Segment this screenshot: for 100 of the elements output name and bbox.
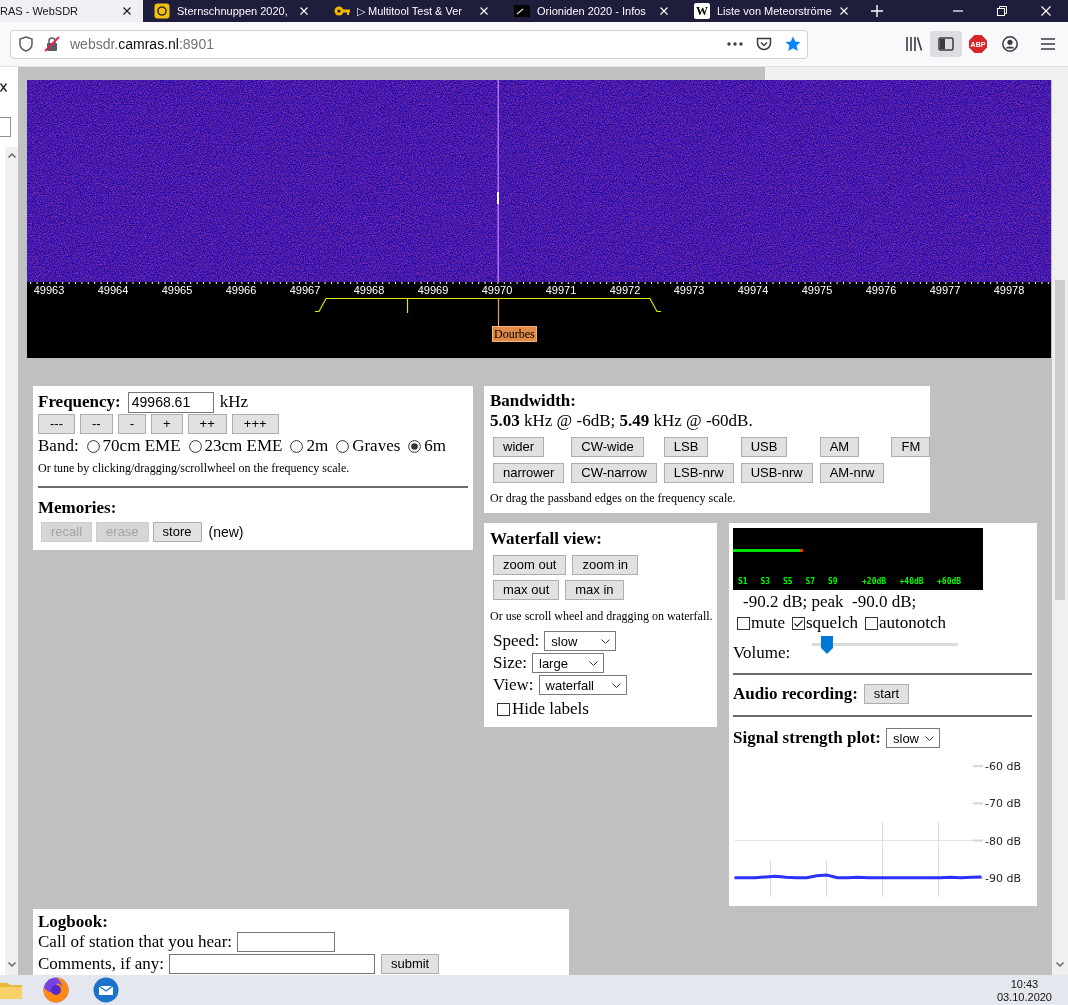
start-button[interactable]: start <box>863 684 910 704</box>
input-field[interactable] <box>0 117 11 137</box>
books-icon[interactable] <box>905 36 923 52</box>
step-button[interactable]: -- <box>80 414 113 434</box>
step-button[interactable]: ++ <box>187 414 227 434</box>
scale-label: 49969 <box>417 284 449 297</box>
band-radio[interactable]: 70cm EME <box>86 436 181 456</box>
station-leader-line <box>497 297 500 327</box>
scale-label: 49975 <box>801 284 833 297</box>
star-icon[interactable] <box>785 36 801 52</box>
scrollbar-thumb[interactable] <box>1055 280 1065 600</box>
step-button[interactable]: - <box>117 414 146 434</box>
close-icon[interactable] <box>123 7 131 15</box>
address-field[interactable]: websdr.camras.nl:8901 <box>10 29 808 59</box>
checkbox-icon[interactable] <box>737 616 750 630</box>
speed-select[interactable]: slow <box>886 728 940 748</box>
bandwidth-button[interactable]: narrower <box>493 463 565 483</box>
slider-thumb[interactable] <box>820 636 833 654</box>
bandwidth-button[interactable]: AM-nrw <box>819 463 885 483</box>
browser-tab[interactable]: ▷ Multitool Test & Ver <box>325 0 503 22</box>
bandwidth-button[interactable]: USB-nrw <box>740 463 813 483</box>
memory-button[interactable]: store <box>152 522 202 542</box>
bandwidth-button[interactable]: USB <box>740 437 788 457</box>
scale-label: 49965 <box>161 284 193 297</box>
bandwidth-button[interactable]: wider <box>493 437 545 457</box>
account-icon[interactable] <box>1002 36 1018 52</box>
browser-tab[interactable]: Sternschnuppen 2020, <box>145 0 323 22</box>
step-button[interactable]: --- <box>38 414 75 434</box>
recording-label: Audio recording: <box>733 684 858 704</box>
step-button[interactable]: + <box>151 414 183 434</box>
checkbox-icon[interactable] <box>864 616 878 630</box>
dropdown-select[interactable]: large <box>532 653 604 673</box>
station-label[interactable]: Dourbes <box>492 326 537 342</box>
carrier-marker[interactable] <box>406 297 409 314</box>
band-radio[interactable]: 6m <box>408 436 447 456</box>
view-button[interactable]: zoom in <box>572 555 638 575</box>
chevron-icon <box>925 735 934 741</box>
browser-tab[interactable]: W Liste von Meteorströme <box>685 0 863 22</box>
shield-icon[interactable] <box>19 36 33 52</box>
view-button[interactable]: max in <box>565 580 624 600</box>
restore-icon[interactable] <box>997 6 1007 16</box>
bandwidth-button[interactable]: CW-narrow <box>571 463 657 483</box>
dropdown-select[interactable]: slow <box>544 631 617 651</box>
scrollbar-track[interactable] <box>5 147 18 975</box>
hide-labels-checkbox[interactable]: Hide labels <box>497 698 711 720</box>
passband-marker[interactable] <box>314 297 662 313</box>
radio-icon[interactable] <box>290 439 304 453</box>
band-radio[interactable]: Graves <box>336 436 401 456</box>
select-label: Size: <box>493 653 527 673</box>
radio-icon[interactable] <box>86 439 100 453</box>
view-button[interactable]: zoom out <box>493 555 567 575</box>
letter-tile: W <box>694 3 710 19</box>
more-icon[interactable] <box>727 42 743 46</box>
option-checkbox[interactable]: mute <box>737 613 785 633</box>
meter-scale-label: S3 <box>760 577 771 587</box>
menu-icon[interactable] <box>1041 38 1055 50</box>
radio-icon[interactable] <box>408 439 422 453</box>
band-radio[interactable]: 2m <box>290 436 329 456</box>
option-checkbox[interactable]: autonotch <box>864 613 946 633</box>
checkbox-icon[interactable] <box>792 616 805 630</box>
call-input[interactable] <box>237 932 336 952</box>
bandwidth-button[interactable]: LSB <box>663 437 709 457</box>
bandwidth-button[interactable]: AM <box>819 437 860 457</box>
scale-label: 49978 <box>993 284 1025 297</box>
scrollbar-track[interactable] <box>1052 67 1068 975</box>
band-radio[interactable]: 23cm EME <box>188 436 283 456</box>
meter-scale-label: +60dB <box>937 577 962 587</box>
view-button[interactable]: max out <box>493 580 560 600</box>
browser-tab[interactable]: Orioniden 2020 - Infos <box>505 0 683 22</box>
sidebar-button[interactable] <box>930 31 962 57</box>
radio-icon[interactable] <box>188 439 202 453</box>
bandwidth-button[interactable]: FM <box>891 437 931 457</box>
memory-status: (new) <box>208 524 244 540</box>
dropdown-select[interactable]: waterfall <box>538 675 627 695</box>
y-tick-label: -80 dB <box>985 834 1021 848</box>
comments-input[interactable] <box>169 953 376 974</box>
close-icon[interactable] <box>0 83 7 92</box>
step-button[interactable]: +++ <box>231 414 279 434</box>
chevron-icon <box>611 682 621 688</box>
bandwidth-button[interactable]: LSB-nrw <box>663 463 734 483</box>
swirl-logo-icon[interactable] <box>43 977 69 1003</box>
envelope-icon[interactable] <box>93 977 119 1003</box>
browser-tab[interactable]: RAS - WebSDR <box>0 0 143 22</box>
option-checkbox[interactable]: squelch <box>792 613 858 633</box>
submit-button[interactable]: submit <box>381 953 440 974</box>
ring-tile-icon <box>154 3 170 19</box>
hint-text: Or use scroll wheel and dragging on waterfall. <box>490 609 711 624</box>
comments-label: Comments, if any: <box>38 953 165 974</box>
frequency-input[interactable]: 49968.61 <box>127 391 214 413</box>
pocket-icon[interactable] <box>756 37 772 51</box>
unit-label: kHz <box>219 392 249 412</box>
checkbox-icon[interactable] <box>497 702 510 716</box>
frequency-scale[interactable]: 49963 49964 49965 49966 49967 49968 49969 49970 49971 49972 49973 49974 49975 49976 49977 49978 Dourbes <box>27 282 1051 358</box>
bandwidth-button[interactable]: CW-wide <box>571 437 644 457</box>
new-tab-icon[interactable] <box>871 5 883 17</box>
meter-scale-label: S1 <box>738 577 748 587</box>
crossed-lock-icon[interactable] <box>44 36 60 52</box>
scale-label: 49966 <box>225 284 257 297</box>
scale-label: 49974 <box>737 284 769 297</box>
radio-icon[interactable] <box>336 439 350 453</box>
